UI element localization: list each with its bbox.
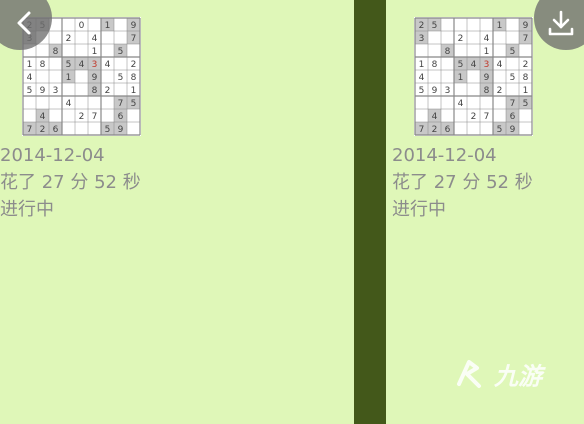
sudoku-cell-value: 9	[523, 21, 529, 31]
sudoku-cell-value: 7	[92, 112, 98, 122]
sudoku-cell-value: 2	[66, 34, 72, 44]
sudoku-cell-value: 7	[27, 125, 33, 135]
watermark: 九游	[449, 354, 542, 394]
sudoku-cell-value: 8	[92, 86, 98, 96]
sudoku-cell-value: 4	[79, 60, 85, 70]
game-date: 2014-12-04	[0, 145, 105, 166]
sudoku-grid: 2 5 1 93 2 4 78 1 51 8 5 4 3 4 24 1 9 5 85 9 3 8 2 14 7 54 2 7 67 2 6 5…	[414, 17, 533, 136]
sudoku-cell-value: 8	[53, 47, 59, 57]
sudoku-cell-value: 5	[66, 60, 72, 70]
sudoku-cell-value: 3	[419, 34, 425, 44]
sudoku-cell-value: 5	[523, 99, 529, 109]
sudoku-cell-value: 1	[497, 21, 503, 31]
sudoku-cell-value: 7	[484, 112, 490, 122]
sudoku-cell-value: 3	[445, 86, 451, 96]
sudoku-cell-value: 2	[497, 86, 503, 96]
sudoku-cell-value: 4	[484, 34, 490, 44]
sudoku-cell-value: 7	[419, 125, 425, 135]
sudoku-cell-value: 3	[53, 86, 59, 96]
sudoku-cell-value: 5	[27, 86, 33, 96]
sudoku-cell-value: 1	[92, 47, 98, 57]
sudoku-cell-value: 4	[497, 60, 503, 70]
sudoku-cell-value: 4	[432, 112, 438, 122]
download-icon	[548, 10, 574, 36]
sudoku-cell-value: 6	[445, 125, 451, 135]
sudoku-cell-value: 9	[92, 73, 98, 83]
sudoku-cell-value: 7	[523, 34, 529, 44]
sudoku-cell-value: 8	[484, 86, 490, 96]
sudoku-cell-value: 9	[510, 125, 516, 135]
sudoku-cell-value: 1	[66, 73, 72, 83]
sudoku-cell-value: 2	[105, 86, 111, 96]
sudoku-cell-value: 4	[105, 60, 111, 70]
sudoku-cell-value: 3	[92, 60, 98, 70]
sudoku-cell-value: 4	[40, 112, 46, 122]
sudoku-cell-value: 9	[484, 73, 490, 83]
sudoku-cell-value: 9	[131, 21, 137, 31]
sudoku-cell-value: 6	[118, 112, 124, 122]
sudoku-cell-value: 2	[471, 112, 477, 122]
game-card-right[interactable]: 2519324781518543424195859382147542767265…	[386, 0, 584, 424]
sudoku-cell-value: 2	[40, 125, 46, 135]
sudoku-cell-value: 8	[432, 60, 438, 70]
sudoku-cell-value: 0	[79, 21, 85, 31]
sudoku-cell-value: 5	[510, 73, 516, 83]
sudoku-cell-value: 5	[419, 86, 425, 96]
sudoku-cell-value: 5	[458, 60, 464, 70]
sudoku-cell-value: 8	[445, 47, 451, 57]
sudoku-cell-value: 4	[92, 34, 98, 44]
sudoku-cell-value: 5	[118, 47, 124, 57]
sudoku-cell-value: 4	[471, 60, 477, 70]
sudoku-cell-value: 9	[118, 125, 124, 135]
sudoku-cell-value: 4	[419, 73, 425, 83]
sudoku-cell-value: 6	[510, 112, 516, 122]
sudoku-thumbnail[interactable]: 2519324781518543424195859382147542767265…	[414, 17, 533, 136]
sudoku-cell-value: 1	[131, 86, 137, 96]
sudoku-cell-value: 1	[458, 73, 464, 83]
sudoku-cell-value: 7	[510, 99, 516, 109]
sudoku-cell-value: 8	[523, 73, 529, 83]
watermark-text: 九游	[494, 362, 542, 391]
game-status: 进行中	[392, 199, 446, 220]
sudoku-cell-value: 2	[458, 34, 464, 44]
game-duration: 花了 27 分 52 秒	[0, 172, 141, 193]
sudoku-cell-value: 1	[419, 60, 425, 70]
sudoku-cell-value: 1	[27, 60, 33, 70]
sudoku-cell-value: 2	[523, 60, 529, 70]
sudoku-cell-value: 2	[432, 125, 438, 135]
sudoku-cell-value: 5	[105, 125, 111, 135]
sudoku-cell-value: 3	[484, 60, 490, 70]
sudoku-cell-value: 5	[497, 125, 503, 135]
sudoku-cell-value: 5	[510, 47, 516, 57]
sudoku-cell-value: 8	[131, 73, 137, 83]
sudoku-cell-value: 4	[27, 73, 33, 83]
game-card-left[interactable]: 2501932478151854342419585938214754276726…	[0, 0, 354, 424]
sudoku-cell-value: 1	[523, 86, 529, 96]
game-status: 进行中	[0, 199, 54, 220]
sudoku-cell-value: 1	[484, 47, 490, 57]
sudoku-cell-value: 6	[53, 125, 59, 135]
sudoku-cell-value: 5	[118, 73, 124, 83]
sudoku-cell-value: 2	[79, 112, 85, 122]
sudoku-cell-value: 8	[40, 60, 46, 70]
sudoku-cell-value: 7	[131, 34, 137, 44]
sudoku-cell-value: 5	[131, 99, 137, 109]
download-button[interactable]	[534, 0, 584, 50]
sudoku-cell-value: 9	[40, 86, 46, 96]
sudoku-cell-value: 9	[432, 86, 438, 96]
sudoku-cell-value: 7	[118, 99, 124, 109]
sudoku-cell-value: 4	[458, 99, 464, 109]
jiuyou-logo-icon	[456, 360, 481, 388]
game-date: 2014-12-04	[392, 145, 497, 166]
panel-divider	[354, 0, 386, 424]
sudoku-cell-value: 5	[432, 21, 438, 31]
chevron-left-icon	[17, 11, 31, 35]
game-duration: 花了 27 分 52 秒	[392, 172, 533, 193]
sudoku-cell-value: 1	[105, 21, 111, 31]
sudoku-cell-value: 2	[131, 60, 137, 70]
sudoku-cell-value: 4	[66, 99, 72, 109]
sudoku-cell-value: 2	[419, 21, 425, 31]
